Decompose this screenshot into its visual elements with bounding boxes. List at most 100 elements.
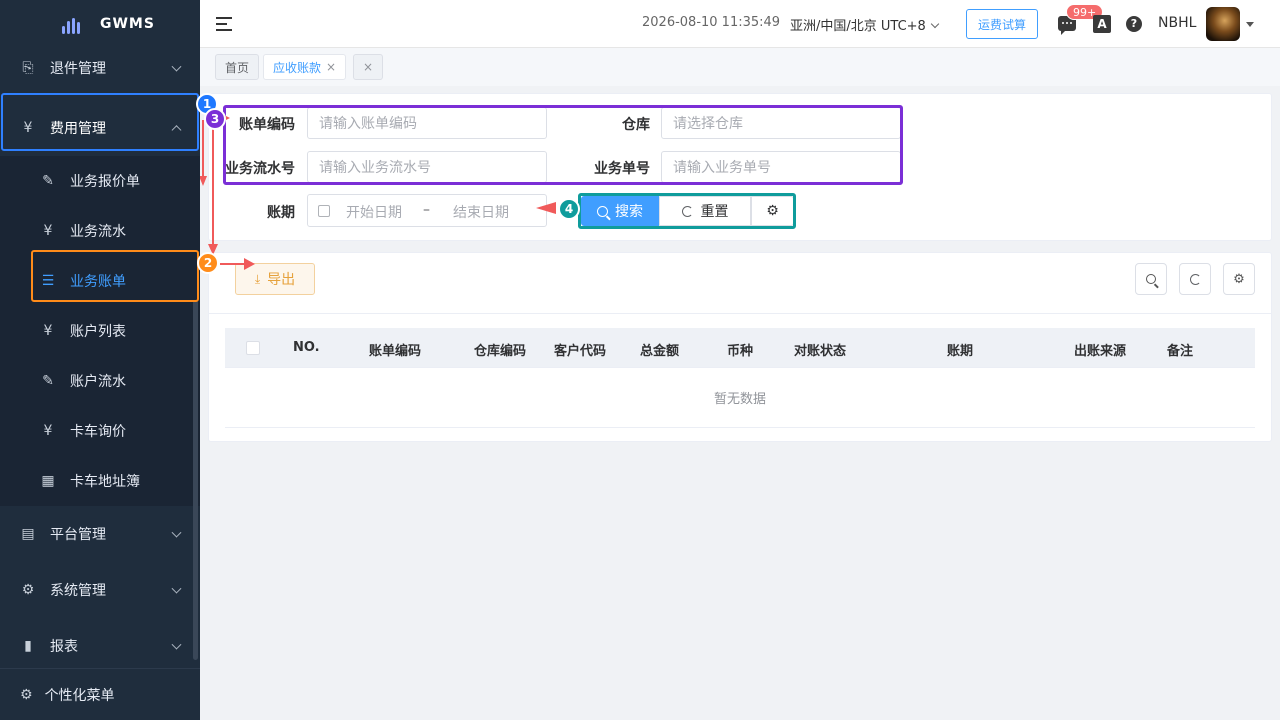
gear-icon: ⚙ — [20, 686, 33, 703]
sidebar-scrollbar[interactable] — [193, 300, 198, 660]
timezone-select[interactable]: 亚洲/中国/北京 UTC+8 — [790, 15, 940, 34]
sidebar-item-returns[interactable]: ⎘ 退件管理 — [0, 48, 200, 88]
sidebar-item-account-flow[interactable]: ✎ 账户流水 — [0, 356, 200, 406]
chevron-down-icon — [171, 527, 182, 538]
toggle-search-button[interactable] — [1135, 263, 1167, 295]
avatar[interactable] — [1206, 7, 1240, 41]
close-icon[interactable]: × — [326, 60, 336, 74]
column-header: 币种 — [727, 344, 754, 359]
reset-button[interactable]: 重置 — [659, 196, 751, 226]
tags-view: 首页 应收账款 × × — [200, 48, 1280, 86]
end-date-input[interactable]: 结束日期 — [453, 202, 509, 222]
sidebar-item-account-list[interactable]: ¥ 账户列表 — [0, 306, 200, 356]
column-header: 备注 — [1167, 344, 1194, 359]
sidebar-item-label: 账户列表 — [70, 324, 126, 340]
fees-submenu: ✎ 业务报价单 ¥ 业务流水 ☰ 业务账单 ¥ 账户列表 ✎ 账户流水 ¥ 卡车… — [0, 156, 200, 506]
column-header: 总金额 — [640, 344, 680, 359]
serial-no-label: 业务流水号 — [225, 161, 295, 177]
edit-icon: ✎ — [42, 373, 54, 389]
bill-code-input[interactable]: 请输入账单编码 — [307, 107, 547, 139]
sidebar-item-fees[interactable]: ¥ 费用管理 — [0, 100, 200, 156]
personalize-menu[interactable]: ⚙ 个性化菜单 — [0, 668, 200, 720]
caret-down-icon[interactable] — [1246, 22, 1254, 27]
logo-icon — [62, 16, 82, 34]
tag-label: 首页 — [225, 60, 250, 75]
serial-no-input[interactable]: 请输入业务流水号 — [307, 151, 547, 183]
column-header: 对账状态 — [794, 344, 847, 359]
calendar-icon — [318, 205, 330, 217]
table-empty-state: 暂无数据 — [225, 368, 1255, 428]
period-date-range[interactable]: 开始日期 – 结束日期 — [307, 194, 547, 227]
sidebar-item-label: 卡车询价 — [70, 424, 126, 440]
sidebar: GWMS ⎘ 退件管理 ¥ 费用管理 ✎ 业务报价单 ¥ 业务流水 ☰ 业务账单… — [0, 0, 200, 720]
sidebar-item-business-flow[interactable]: ¥ 业务流水 — [0, 206, 200, 256]
sidebar-item-label: 卡车地址簿 — [70, 474, 140, 490]
sidebar-item-label: 报表 — [50, 639, 78, 655]
menu-toggle-icon[interactable] — [216, 16, 234, 32]
search-button-label: 搜索 — [615, 204, 643, 220]
freight-calc-button[interactable]: 运费试算 — [966, 9, 1038, 39]
current-datetime: 2026-08-10 11:35:49 — [642, 15, 781, 30]
chevron-up-icon — [171, 125, 182, 136]
chevron-down-icon — [171, 61, 182, 72]
column-header: 出账来源 — [1074, 344, 1127, 359]
username[interactable]: NBHL — [1158, 15, 1196, 31]
language-icon[interactable]: A — [1093, 15, 1111, 33]
sidebar-item-label: 业务流水 — [70, 224, 126, 240]
sidebar-item-truck-inquiry[interactable]: ¥ 卡车询价 — [0, 406, 200, 456]
column-header: 账单编码 — [369, 344, 422, 359]
sidebar-item-platform[interactable]: ▤ 平台管理 — [0, 506, 200, 562]
sidebar-item-business-bill[interactable]: ☰ 业务账单 — [0, 256, 200, 306]
arrow-to-search — [536, 202, 556, 214]
app-name: GWMS — [100, 16, 155, 32]
warehouse-select[interactable]: 请选择仓库 — [661, 107, 901, 139]
business-no-label: 业务单号 — [594, 161, 650, 177]
return-icon: ⎘ — [22, 60, 34, 76]
yen-icon: ¥ — [43, 423, 53, 439]
top-header: 2026-08-10 11:35:49 亚洲/中国/北京 UTC+8 运费试算 … — [200, 0, 1280, 48]
search-button[interactable]: 搜索 — [581, 196, 659, 226]
help-icon[interactable]: ? — [1126, 16, 1142, 32]
personalize-menu-label: 个性化菜单 — [44, 687, 115, 704]
gear-icon: ⚙ — [766, 203, 779, 219]
tag-home[interactable]: 首页 — [215, 54, 260, 80]
bill-code-label: 账单编码 — [239, 117, 295, 133]
app-logo[interactable]: GWMS — [0, 0, 200, 48]
grid-icon: ▦ — [41, 473, 55, 489]
sidebar-item-label: 账户流水 — [70, 374, 126, 390]
select-all-checkbox[interactable] — [246, 341, 260, 355]
sidebar-item-reports[interactable]: ▮ 报表 — [0, 618, 200, 674]
search-settings-button[interactable]: ⚙ — [751, 196, 794, 226]
close-icon[interactable]: × — [363, 60, 373, 74]
column-settings-button[interactable]: ⚙ — [1223, 263, 1255, 295]
sidebar-item-quotation[interactable]: ✎ 业务报价单 — [0, 156, 200, 206]
tag-receivables[interactable]: 应收账款 × — [263, 54, 347, 80]
toolbar-divider — [209, 313, 1271, 314]
column-header: NO. — [293, 340, 320, 355]
list-icon: ☰ — [41, 273, 55, 289]
gear-icon: ⚙ — [1233, 271, 1245, 287]
sidebar-item-label: 费用管理 — [50, 121, 106, 137]
annotation-badge-2: 2 — [197, 252, 219, 274]
yen-icon: ¥ — [43, 223, 53, 239]
chevron-down-icon — [930, 19, 940, 29]
arrow-to-export — [220, 258, 255, 270]
business-no-input[interactable]: 请输入业务单号 — [661, 151, 901, 183]
search-icon — [597, 205, 608, 217]
tag-untitled[interactable]: × — [353, 54, 384, 80]
sidebar-item-truck-address-book[interactable]: ▦ 卡车地址簿 — [0, 456, 200, 506]
search-actions: 搜索 重置 ⚙ — [581, 196, 794, 226]
sidebar-item-system[interactable]: ⚙ 系统管理 — [0, 562, 200, 618]
search-icon — [1146, 274, 1156, 284]
reset-button-label: 重置 — [700, 204, 729, 220]
sidebar-item-label: 业务报价单 — [70, 174, 140, 190]
refresh-table-button[interactable] — [1179, 263, 1211, 295]
table-header: NO. 账单编码 仓库编码 客户代码 总金额 币种 对账状态 账期 出账来源 备… — [225, 328, 1255, 368]
warehouse-label: 仓库 — [622, 117, 650, 133]
start-date-input[interactable]: 开始日期 — [346, 202, 402, 222]
annotation-arrows — [200, 113, 230, 255]
export-button-label: 导出 — [267, 272, 296, 288]
bar-chart-icon: ▮ — [24, 638, 32, 654]
edit-icon: ✎ — [42, 173, 54, 189]
sidebar-item-label: 业务账单 — [70, 274, 126, 290]
